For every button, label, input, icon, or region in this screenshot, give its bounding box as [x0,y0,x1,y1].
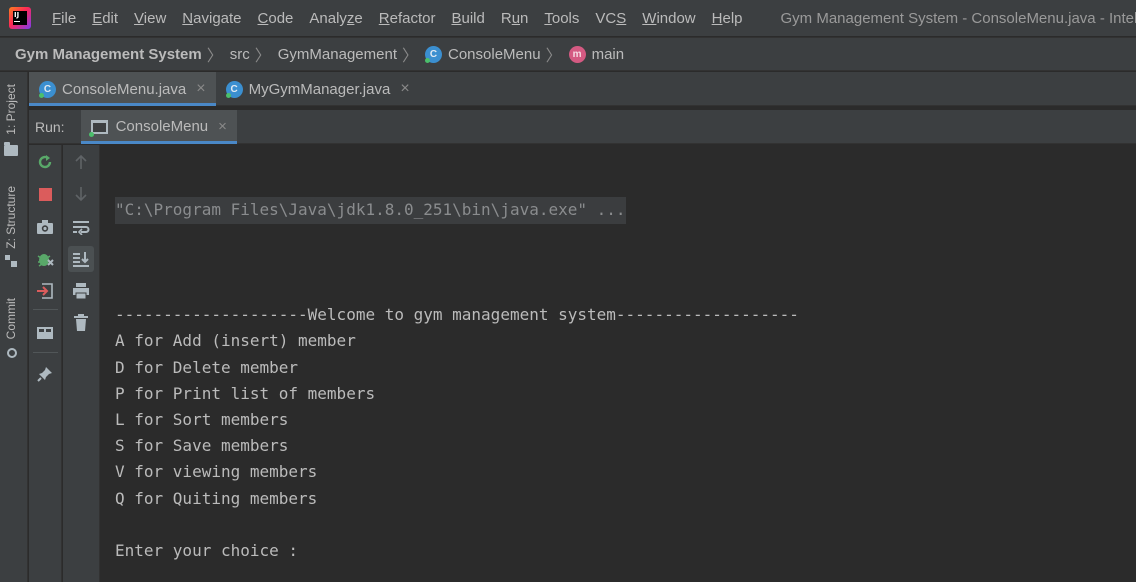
commit-tool-tab[interactable]: Commit [4,298,18,359]
console-output[interactable]: "C:\Program Files\Java\jdk1.8.0_251\bin\… [101,145,1136,582]
structure-tool-tab[interactable]: Z: Structure [4,186,18,267]
java-class-icon: C [425,45,442,63]
console-command-line: "C:\Program Files\Java\jdk1.8.0_251\bin\… [115,197,1136,224]
menu-bar: IJ File Edit View Navigate Code Analyze Refact… [0,0,1136,36]
run-tab-consolemenu[interactable]: ConsoleMenu × [80,109,238,144]
print-icon[interactable] [68,278,94,304]
menu-analyze[interactable]: Analyze [301,10,370,27]
camera-icon[interactable] [32,214,58,240]
menu-run[interactable]: Run [493,10,537,27]
console-line: L for Sort members [115,409,289,429]
left-tool-strip: 1: Project Z: Structure Commit [0,72,28,582]
menu-edit[interactable]: Edit [84,10,126,27]
run-label: Run: [35,118,65,135]
close-icon[interactable]: × [400,80,409,98]
soft-wrap-icon[interactable] [68,214,94,240]
breadcrumb-separator: 〉 [206,48,223,65]
arrow-down-icon[interactable] [68,181,94,207]
console-line: D for Delete member [115,357,299,377]
tab-label: MyGymManager.java [248,80,391,98]
folder-icon [4,141,18,156]
pin-icon[interactable] [32,361,58,387]
console-line: V for viewing members [115,462,318,482]
stop-icon[interactable] [32,181,58,207]
scroll-to-end-icon[interactable] [68,246,94,272]
menu-view[interactable]: View [126,10,174,27]
commit-tab-label: Commit [4,298,18,340]
structure-icon [5,254,17,267]
run-toolbar-primary [29,145,62,582]
breadcrumb-class-label: ConsoleMenu [448,45,541,63]
structure-tab-label: Z: Structure [4,186,18,249]
bug-icon[interactable] [32,246,58,272]
breadcrumb-project[interactable]: Gym Management System [15,46,202,63]
breadcrumb: Gym Management System 〉 src 〉 GymManagem… [0,37,1136,71]
console-line: P for Print list of members [115,383,376,403]
tab-label: ConsoleMenu.java [62,80,187,98]
console-icon [88,119,108,137]
editor-tabs: C ConsoleMenu.java × C MyGymManager.java… [29,72,1136,106]
java-command: "C:\Program Files\Java\jdk1.8.0_251\bin\… [115,197,626,224]
menu-refactor[interactable]: Refactor [371,10,444,27]
trash-icon[interactable] [68,310,94,336]
menu-navigate[interactable]: Navigate [174,10,249,27]
commit-icon [4,345,18,359]
console-line: --------------------Welcome to gym manag… [115,305,799,325]
console-line: S for Save members [115,436,289,456]
menu-build[interactable]: Build [443,10,492,27]
breadcrumb-method[interactable]: m main [568,45,625,63]
method-icon: m [568,45,586,63]
toolbar-separator [33,309,58,310]
breadcrumb-method-label: main [591,45,625,63]
breadcrumb-class[interactable]: C ConsoleMenu [425,45,541,63]
run-toolbar-secondary [63,145,100,582]
breadcrumb-package[interactable]: GymManagement [278,46,397,63]
console-line: A for Add (insert) member [115,331,356,351]
run-tool-header: Run: ConsoleMenu × [29,109,1136,144]
toolbar-separator [33,352,58,353]
exit-icon[interactable] [32,278,58,304]
breadcrumb-separator: 〉 [401,48,418,65]
menu-code[interactable]: Code [250,10,302,27]
menu-file[interactable]: File [44,10,84,27]
java-class-icon: C [39,80,56,98]
breadcrumb-separator: 〉 [254,48,271,65]
java-class-icon: C [225,80,243,98]
console-line: Q for Quiting members [115,488,318,508]
menu-help[interactable]: Help [704,10,751,27]
menu-tools[interactable]: Tools [536,10,587,27]
breadcrumb-src[interactable]: src [230,46,250,63]
intellij-logo-icon: IJ [9,7,31,29]
close-icon[interactable]: × [218,118,227,135]
rerun-icon[interactable] [32,149,58,175]
run-tab-label: ConsoleMenu [115,118,209,135]
menu-vcs[interactable]: VCS [587,10,634,27]
arrow-up-icon[interactable] [68,149,94,175]
menu-window[interactable]: Window [634,10,703,27]
project-tab-label: 1: Project [4,84,18,135]
breadcrumb-separator: 〉 [545,48,562,65]
close-icon[interactable]: × [196,80,205,98]
console-line: Enter your choice : [115,540,299,560]
layout-icon[interactable] [32,320,58,346]
tab-consolemenu-java[interactable]: C ConsoleMenu.java × [29,72,216,106]
tab-mygymmanager-java[interactable]: C MyGymManager.java × [216,72,420,106]
window-title: Gym Management System - ConsoleMenu.java… [780,9,1136,27]
project-tool-tab[interactable]: 1: Project [4,84,18,156]
